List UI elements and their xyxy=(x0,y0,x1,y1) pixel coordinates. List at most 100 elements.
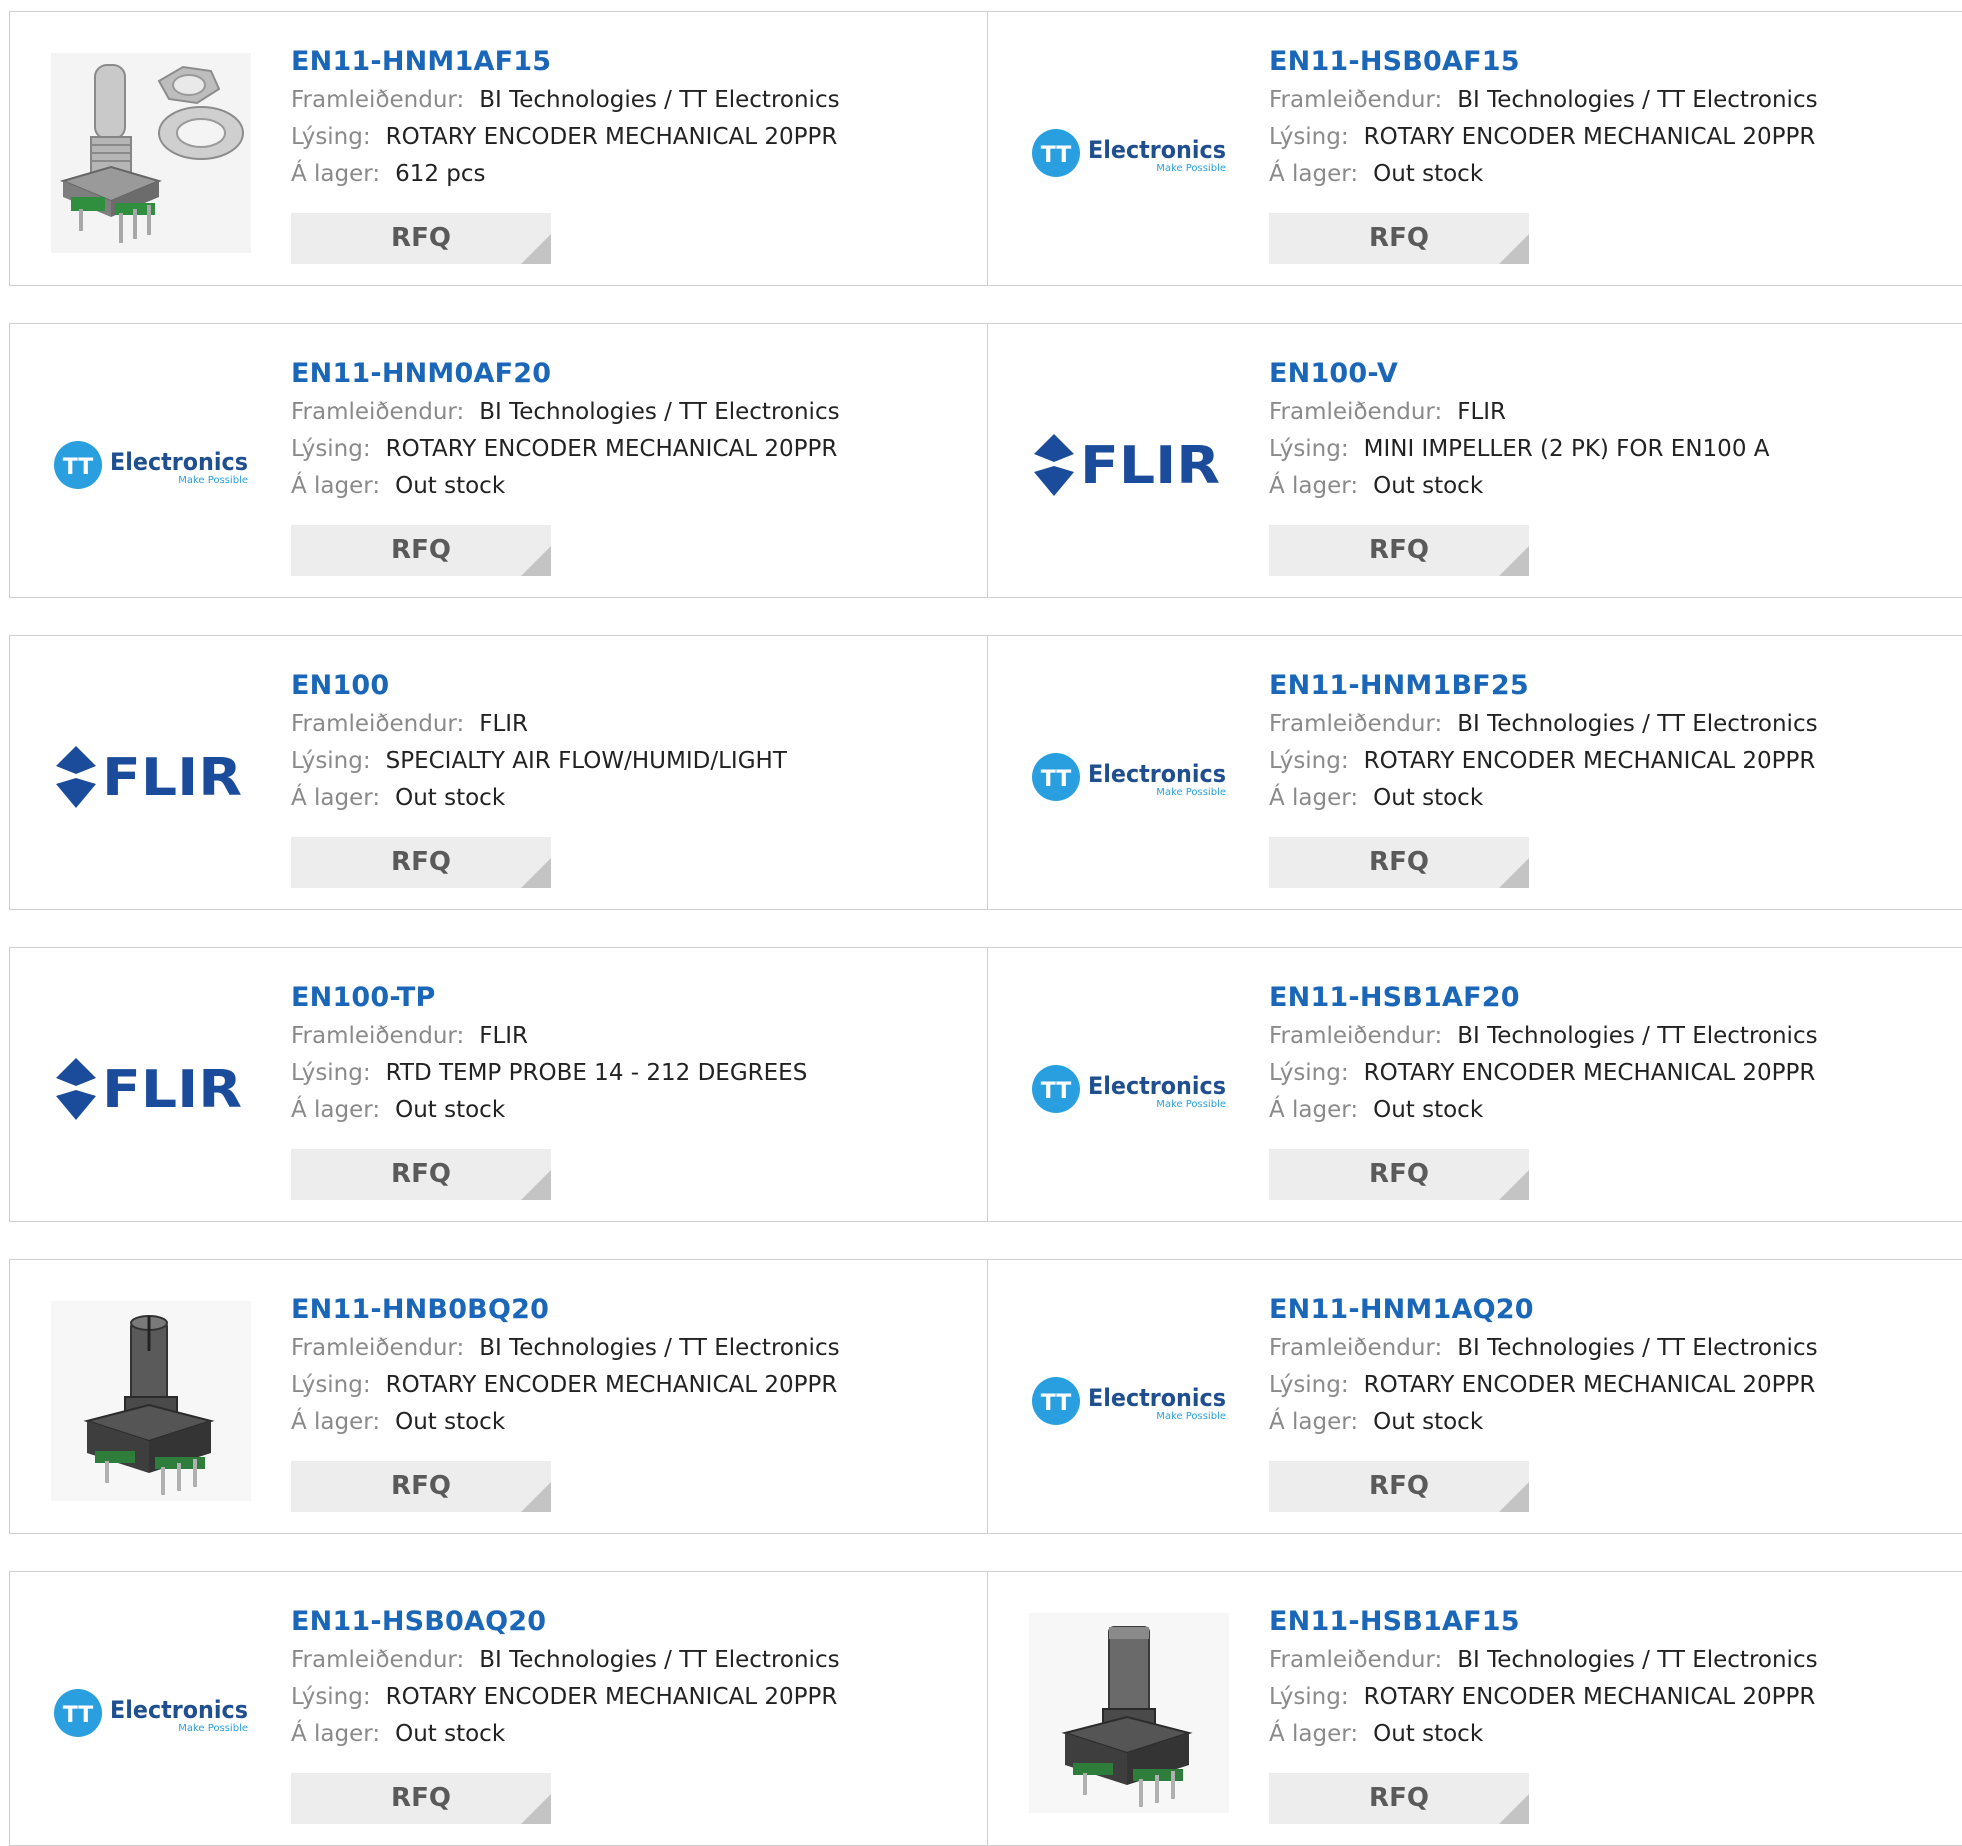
encoder-slotted-photo xyxy=(51,1301,251,1501)
tt-tagline: Make Possible xyxy=(178,475,248,486)
part-number-link[interactable]: EN11-HNB0BQ20 xyxy=(291,1290,977,1330)
manufacturer-label: Framleiðendur: xyxy=(291,399,465,425)
rfq-button[interactable]: RFQ xyxy=(1269,213,1529,264)
corner-triangle-icon xyxy=(1499,1794,1529,1824)
stock-value: Out stock xyxy=(395,473,506,499)
rfq-button-label: RFQ xyxy=(391,223,451,253)
description-row: Lýsing: ROTARY ENCODER MECHANICAL 20PPR xyxy=(1269,1055,1962,1092)
product-thumbnail[interactable] xyxy=(50,52,252,254)
rfq-button-label: RFQ xyxy=(391,535,451,565)
part-number-link[interactable]: EN100-TP xyxy=(291,978,977,1018)
tt-mark: TT xyxy=(63,455,94,480)
manufacturer-label: Framleiðendur: xyxy=(291,1023,465,1049)
product-card: EN11-HNB0BQ20 Framleiðendur: BI Technolog… xyxy=(9,1259,988,1534)
rfq-button[interactable]: RFQ xyxy=(1269,1773,1529,1824)
description-value: ROTARY ENCODER MECHANICAL 20PPR xyxy=(385,1372,838,1398)
product-card: EN11-HSB1AF15 Framleiðendur: BI Technolog… xyxy=(987,1571,1962,1846)
manufacturer-label: Framleiðendur: xyxy=(1269,1335,1443,1361)
rfq-button-label: RFQ xyxy=(391,1159,451,1189)
product-info: EN11-HSB1AF15 Framleiðendur: BI Technolog… xyxy=(1269,1602,1962,1753)
manufacturer-value: BI Technologies / TT Electronics xyxy=(1457,1335,1818,1361)
rfq-button-label: RFQ xyxy=(1369,1159,1429,1189)
product-thumbnail[interactable]: TT Electronics Make Possible xyxy=(1028,988,1230,1190)
product-thumbnail[interactable] xyxy=(1028,1612,1230,1814)
rfq-button-label: RFQ xyxy=(391,1783,451,1813)
part-number-link[interactable]: EN11-HNM1AF15 xyxy=(291,42,977,82)
rfq-button[interactable]: RFQ xyxy=(291,525,551,576)
part-number-link[interactable]: EN11-HNM1AQ20 xyxy=(1269,1290,1962,1330)
product-thumbnail[interactable]: FLIR xyxy=(1028,364,1230,566)
part-number-link[interactable]: EN11-HSB0AF15 xyxy=(1269,42,1962,82)
manufacturer-label: Framleiðendur: xyxy=(1269,1647,1443,1673)
manufacturer-label: Framleiðendur: xyxy=(291,87,465,113)
product-thumbnail[interactable]: TT Electronics Make Possible xyxy=(1028,1300,1230,1502)
description-value: ROTARY ENCODER MECHANICAL 20PPR xyxy=(1363,1684,1816,1710)
product-card: TT Electronics Make Possible EN11-HSB0AF15… xyxy=(987,11,1962,286)
description-label: Lýsing: xyxy=(1269,1372,1349,1398)
manufacturer-label: Framleiðendur: xyxy=(291,1647,465,1673)
rfq-button-label: RFQ xyxy=(1369,1783,1429,1813)
stock-value: Out stock xyxy=(1373,473,1484,499)
stock-value: Out stock xyxy=(395,1409,506,1435)
manufacturer-row: Framleiðendur: FLIR xyxy=(291,1018,977,1055)
product-thumbnail[interactable] xyxy=(50,1300,252,1502)
tt-electronics-logo: TT ElectronicsMake Possible xyxy=(1032,1065,1226,1113)
description-row: Lýsing: MINI IMPELLER (2 PK) FOR EN100 A xyxy=(1269,431,1962,468)
part-number-link[interactable]: EN11-HSB1AF15 xyxy=(1269,1602,1962,1642)
part-number-link[interactable]: EN11-HSB1AF20 xyxy=(1269,978,1962,1018)
manufacturer-value: BI Technologies / TT Electronics xyxy=(1457,711,1818,737)
manufacturer-row: Framleiðendur: BI Technologies / TT Elect… xyxy=(1269,1018,1962,1055)
product-thumbnail[interactable]: FLIR xyxy=(50,988,252,1190)
product-thumbnail[interactable]: TT Electronics Make Possible xyxy=(1028,676,1230,878)
stock-label: Á lager: xyxy=(1269,1409,1359,1435)
stock-label: Á lager: xyxy=(1269,161,1359,187)
rfq-button[interactable]: RFQ xyxy=(291,1461,551,1512)
description-row: Lýsing: ROTARY ENCODER MECHANICAL 20PPR xyxy=(1269,1367,1962,1404)
tt-electronics-logo: TT ElectronicsMake Possible xyxy=(1032,129,1226,177)
corner-triangle-icon xyxy=(521,1794,551,1824)
stock-value: Out stock xyxy=(395,785,506,811)
product-info: EN11-HNM1BF25 Framleiðendur: BI Technolog… xyxy=(1269,666,1962,817)
part-number-link[interactable]: EN100-V xyxy=(1269,354,1962,394)
rfq-button[interactable]: RFQ xyxy=(291,1149,551,1200)
rfq-button[interactable]: RFQ xyxy=(1269,525,1529,576)
rfq-button[interactable]: RFQ xyxy=(1269,837,1529,888)
manufacturer-value: FLIR xyxy=(479,711,529,737)
part-number-link[interactable]: EN11-HSB0AQ20 xyxy=(291,1602,977,1642)
tt-name: Electronics xyxy=(1088,760,1226,788)
stock-value: Out stock xyxy=(1373,1097,1484,1123)
product-thumbnail[interactable]: TT Electronics Make Possible xyxy=(50,1612,252,1814)
stock-row: Á lager: Out stock xyxy=(291,1404,977,1441)
corner-triangle-icon xyxy=(1499,1482,1529,1512)
part-number-link[interactable]: EN11-HNM1BF25 xyxy=(1269,666,1962,706)
rfq-button[interactable]: RFQ xyxy=(291,1773,551,1824)
product-thumbnail[interactable]: FLIR xyxy=(50,676,252,878)
encoder-dshaft-photo xyxy=(1029,1613,1229,1813)
description-label: Lýsing: xyxy=(291,436,371,462)
product-info: EN100 Framleiðendur: FLIR Lýsing: SPECIALT… xyxy=(291,666,977,817)
description-label: Lýsing: xyxy=(1269,1060,1349,1086)
tt-mark: TT xyxy=(1041,767,1072,792)
manufacturer-value: BI Technologies / TT Electronics xyxy=(479,1647,840,1673)
rfq-button[interactable]: RFQ xyxy=(291,213,551,264)
stock-row: Á lager: Out stock xyxy=(1269,468,1962,505)
description-row: Lýsing: ROTARY ENCODER MECHANICAL 20PPR xyxy=(291,1679,977,1716)
rfq-button[interactable]: RFQ xyxy=(1269,1149,1529,1200)
description-label: Lýsing: xyxy=(1269,748,1349,774)
manufacturer-row: Framleiðendur: BI Technologies / TT Elect… xyxy=(1269,706,1962,743)
manufacturer-row: Framleiðendur: FLIR xyxy=(1269,394,1962,431)
stock-row: Á lager: Out stock xyxy=(291,1092,977,1129)
rfq-button[interactable]: RFQ xyxy=(1269,1461,1529,1512)
rfq-button[interactable]: RFQ xyxy=(291,837,551,888)
description-value: MINI IMPELLER (2 PK) FOR EN100 A xyxy=(1363,436,1770,462)
description-value: ROTARY ENCODER MECHANICAL 20PPR xyxy=(385,436,838,462)
stock-label: Á lager: xyxy=(1269,785,1359,811)
flir-logo: FLIR xyxy=(56,746,242,808)
tt-tagline: Make Possible xyxy=(1156,1411,1226,1422)
stock-value: Out stock xyxy=(395,1721,506,1747)
product-thumbnail[interactable]: TT Electronics Make Possible xyxy=(1028,52,1230,254)
tt-electronics-logo: TT ElectronicsMake Possible xyxy=(1032,753,1226,801)
product-thumbnail[interactable]: TT Electronics Make Possible xyxy=(50,364,252,566)
part-number-link[interactable]: EN100 xyxy=(291,666,977,706)
part-number-link[interactable]: EN11-HNM0AF20 xyxy=(291,354,977,394)
